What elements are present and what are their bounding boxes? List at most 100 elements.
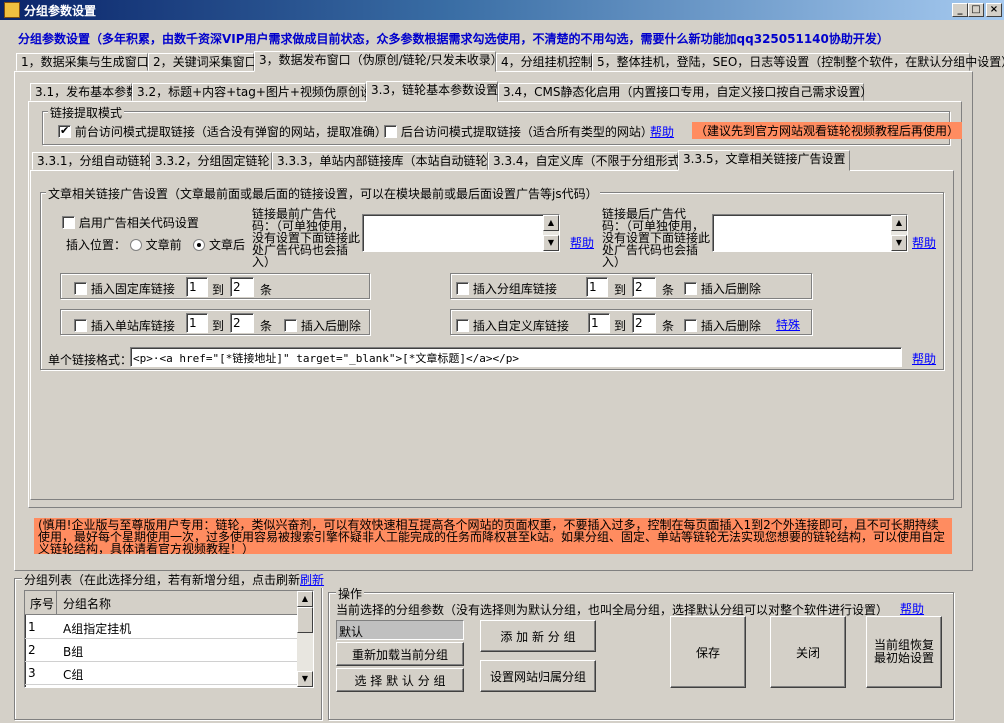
group-list-legend-text: 分组列表（在此选择分组，若有新增分组，点击刷新	[24, 573, 301, 587]
custom-delete-checkbox[interactable]	[684, 319, 697, 332]
single-delete-checkbox[interactable]	[284, 319, 297, 332]
single-to-input[interactable]: 2	[230, 313, 254, 333]
fixed-to-input[interactable]: 2	[230, 277, 254, 297]
custom-delete[interactable]: 插入后删除	[684, 317, 761, 334]
tab-single-site-library[interactable]: 3.3.3，单站内部链接库（本站自动链轮）	[272, 152, 500, 170]
tab-data-publish[interactable]: 3，数据发布窗口（伪原创/链轮/只发未收录）	[254, 51, 503, 72]
group-insert[interactable]: 插入分组库链接	[456, 280, 557, 297]
tab-group-fixed-wheel[interactable]: 3.3.2，分组固定链轮	[150, 152, 272, 170]
table-row[interactable]: 3 C组	[25, 662, 297, 685]
single-unit-label: 条	[260, 319, 273, 333]
warning-text: (慎用!企业版与至尊版用户专用：链轮，类似兴奋剂，可以有效快速相互提高各个网站的…	[34, 518, 952, 554]
group-to-input[interactable]: 2	[632, 277, 656, 297]
front-ad-code-textarea[interactable]: ▲ ▼	[362, 214, 560, 252]
group-from-input[interactable]: 1	[586, 277, 608, 297]
col-no-header[interactable]: 序号	[25, 591, 57, 614]
scroll-up-icon[interactable]: ▲	[543, 215, 559, 231]
link-mode-front[interactable]: 前台访问模式提取链接（适合没有弹窗的网站，提取准确）	[58, 123, 387, 140]
group-table-header: 序号 分组名称	[25, 591, 297, 615]
tab-pseudo-original[interactable]: 3.2，标题+内容+tag+图片+视频伪原创设置	[132, 83, 384, 101]
row-no: 2	[28, 643, 36, 657]
back-ad-scrollbar[interactable]: ▲ ▼	[891, 215, 907, 251]
set-site-group-button[interactable]: 设置网站归属分组	[480, 660, 596, 692]
link-mode-tip: （建议先到官方网站观看链轮视频教程后再使用）	[692, 122, 963, 139]
pos-before-radio[interactable]	[129, 239, 142, 251]
scroll-down-icon[interactable]: ▼	[543, 235, 559, 251]
tab-article-link-ads[interactable]: 3.3.5，文章相关链接广告设置	[678, 150, 850, 171]
maximize-button[interactable]: □	[968, 3, 984, 17]
group-insert-checkbox[interactable]	[456, 282, 469, 295]
front-ad-help-link[interactable]: 帮助	[570, 234, 594, 251]
back-mode-checkbox[interactable]	[384, 125, 397, 138]
fixed-insert[interactable]: 插入固定库链接	[74, 280, 175, 297]
table-row[interactable]: 2 B组	[25, 639, 297, 662]
custom-to-label: 到	[614, 319, 627, 333]
fixed-insert-checkbox[interactable]	[74, 282, 87, 295]
single-insert-checkbox[interactable]	[74, 319, 87, 332]
minimize-button[interactable]: _	[952, 3, 968, 17]
format-help-link[interactable]: 帮助	[912, 350, 936, 367]
tab-cms-static[interactable]: 3.4，CMS静态化启用（内置接口专用，自定义接口按自己需求设置）	[498, 83, 872, 101]
tab-publish-basic[interactable]: 3.1，发布基本参数	[30, 83, 138, 101]
refresh-link[interactable]: 刷新	[300, 573, 324, 587]
single-from-input[interactable]: 1	[186, 313, 208, 333]
front-mode-checkbox[interactable]	[58, 124, 71, 138]
custom-to-input[interactable]: 2	[632, 313, 656, 333]
back-ad-help-link[interactable]: 帮助	[912, 234, 936, 251]
scroll-down-icon[interactable]: ▼	[891, 235, 907, 251]
title-bar[interactable]: 分组参数设置 _ □ ×	[0, 0, 1004, 20]
tab-overall-settings[interactable]: 5，整体挂机，登陆，SEO，日志等设置（控制整个软件，在默认分组中设置）	[592, 53, 1004, 71]
add-group-button[interactable]: 添 加 新 分 组	[480, 620, 596, 652]
ad-enable[interactable]: 启用广告相关代码设置	[62, 214, 199, 231]
back-ad-label: 链接最后广告代码：（可单独使用，没有设置下面链接此处广告代码也会插入）	[602, 207, 711, 269]
scroll-down-icon[interactable]: ▼	[297, 671, 313, 687]
link-mode-legend: 链接提取模式	[48, 104, 125, 121]
tab-group-control[interactable]: 4，分组挂机控制	[496, 53, 593, 71]
fixed-insert-label: 插入固定库链接	[90, 282, 175, 296]
format-input[interactable]: <p>·<a href="[*链接地址]" target="_blank">[*…	[130, 347, 902, 367]
tab-link-wheel-basic[interactable]: 3.3，链轮基本参数设置	[366, 81, 498, 102]
fixed-unit-label: 条	[260, 283, 273, 297]
save-button[interactable]: 保存	[670, 616, 746, 688]
link-mode-help-link[interactable]: 帮助	[650, 123, 674, 140]
tab-keyword-collection[interactable]: 2，关键词采集窗口	[148, 53, 257, 71]
tab-group-auto-wheel[interactable]: 3.3.1，分组自动链轮	[32, 152, 152, 170]
single-insert-label: 插入单站库链接	[90, 319, 175, 333]
single-insert[interactable]: 插入单站库链接	[74, 317, 175, 334]
tab-data-collection[interactable]: 1，数据采集与生成窗口	[16, 53, 149, 71]
group-table[interactable]: 序号 分组名称 1 A组指定挂机 2 B组 3 C组 ▲ ▼	[24, 590, 314, 688]
custom-insert[interactable]: 插入自定义库链接	[456, 317, 569, 334]
scroll-thumb[interactable]	[297, 607, 313, 633]
group-delete[interactable]: 插入后删除	[684, 280, 761, 297]
back-ad-code-textarea[interactable]: ▲ ▼	[712, 214, 908, 252]
link-mode-back[interactable]: 后台访问模式提取链接（适合所有类型的网站）	[384, 123, 653, 140]
fixed-to-label: 到	[212, 283, 225, 297]
insert-position-label: 插入位置：	[66, 238, 127, 252]
custom-special-link[interactable]: 特殊	[776, 316, 800, 333]
pos-after-radio[interactable]	[193, 239, 206, 251]
reset-group-button[interactable]: 当前组恢复最初始设置	[866, 616, 942, 688]
select-default-button[interactable]: 选 择 默 认 分 组	[336, 668, 464, 692]
custom-insert-checkbox[interactable]	[456, 319, 469, 332]
front-ad-scrollbar[interactable]: ▲ ▼	[543, 215, 559, 251]
scroll-up-icon[interactable]: ▲	[891, 215, 907, 231]
scroll-up-icon[interactable]: ▲	[297, 591, 313, 607]
reload-group-button[interactable]: 重新加载当前分组	[336, 642, 464, 666]
tab-custom-library[interactable]: 3.3.4，自定义库（不限于分组形式）	[488, 152, 692, 170]
col-name-header[interactable]: 分组名称	[63, 595, 111, 612]
pos-after-label: 文章后	[208, 238, 245, 252]
front-ad-label: 链接最前广告代码：（可单独使用，没有设置下面链接此处广告代码也会插入）	[252, 207, 361, 269]
table-row[interactable]: 1 A组指定挂机	[25, 616, 297, 639]
row-no: 1	[28, 620, 36, 634]
group-delete-checkbox[interactable]	[684, 282, 697, 295]
custom-delete-label: 插入后删除	[700, 319, 761, 333]
close-button[interactable]: 关闭	[770, 616, 846, 688]
single-delete[interactable]: 插入后删除	[284, 317, 361, 334]
custom-from-input[interactable]: 1	[588, 313, 610, 333]
group-table-scrollbar[interactable]: ▲ ▼	[297, 591, 313, 687]
ops-help-link[interactable]: 帮助	[900, 600, 924, 617]
current-group-field: 默认	[336, 620, 464, 640]
fixed-from-input[interactable]: 1	[186, 277, 208, 297]
close-window-button[interactable]: ×	[986, 3, 1002, 17]
ad-enable-checkbox[interactable]	[62, 216, 75, 229]
